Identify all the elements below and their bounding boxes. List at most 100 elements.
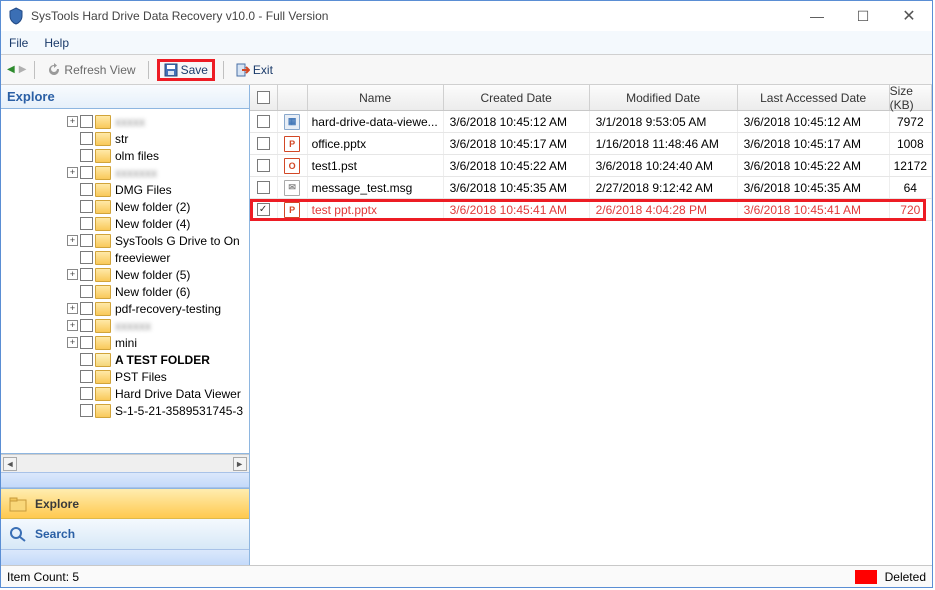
folder-icon: [95, 234, 111, 248]
legend-color-deleted: [855, 570, 877, 584]
tree-item[interactable]: A TEST FOLDER: [5, 351, 249, 368]
tree-checkbox[interactable]: [80, 234, 93, 247]
tree-checkbox[interactable]: [80, 387, 93, 400]
tree-label: pdf-recovery-testing: [113, 302, 221, 316]
expander-icon[interactable]: +: [67, 269, 78, 280]
search-icon: [9, 526, 27, 542]
left-gap: [1, 472, 249, 488]
maximize-button[interactable]: ☐: [840, 1, 886, 31]
file-row[interactable]: ✉message_test.msg3/6/2018 10:45:35 AM2/2…: [250, 177, 932, 199]
tree-checkbox[interactable]: [80, 166, 93, 179]
tree-item[interactable]: + xxxxxx: [5, 317, 249, 334]
expander-icon[interactable]: +: [67, 116, 78, 127]
tree-hscroll[interactable]: ◄ ►: [1, 454, 249, 472]
close-button[interactable]: ✕: [886, 1, 932, 31]
row-check-cell[interactable]: [250, 133, 278, 154]
expander-icon[interactable]: +: [67, 167, 78, 178]
tree-label: xxxxxxx: [113, 166, 157, 180]
tree-checkbox[interactable]: [80, 319, 93, 332]
tree-checkbox[interactable]: [80, 115, 93, 128]
tree-item[interactable]: + xxxxxxx: [5, 164, 249, 181]
tree-checkbox[interactable]: [80, 370, 93, 383]
tab-explore[interactable]: Explore: [1, 489, 249, 519]
tree-checkbox[interactable]: [80, 302, 93, 315]
expander-icon[interactable]: +: [67, 303, 78, 314]
file-row[interactable]: Otest1.pst3/6/2018 10:45:22 AM3/6/2018 1…: [250, 155, 932, 177]
tree-checkbox[interactable]: [80, 353, 93, 366]
col-accessed[interactable]: Last Accessed Date: [738, 85, 890, 110]
tree-item[interactable]: DMG Files: [5, 181, 249, 198]
tree-checkbox[interactable]: [80, 268, 93, 281]
folder-icon: [95, 336, 111, 350]
row-check-cell[interactable]: [250, 111, 278, 132]
exit-button[interactable]: Exit: [232, 61, 277, 79]
folder-icon: [95, 285, 111, 299]
expander-icon[interactable]: +: [67, 320, 78, 331]
row-modified: 3/6/2018 10:24:40 AM: [590, 155, 738, 176]
tree-checkbox[interactable]: [80, 251, 93, 264]
minimize-button[interactable]: —: [794, 1, 840, 31]
menu-help[interactable]: Help: [44, 36, 69, 50]
row-check-cell[interactable]: [250, 155, 278, 176]
tree-item[interactable]: str: [5, 130, 249, 147]
tree-checkbox[interactable]: [80, 149, 93, 162]
row-icon-cell: ▦: [278, 111, 308, 132]
scroll-left-icon[interactable]: ◄: [3, 457, 17, 471]
file-row[interactable]: Ptest ppt.pptx3/6/2018 10:45:41 AM2/6/20…: [250, 199, 932, 221]
row-checkbox[interactable]: [257, 159, 270, 172]
folder-tree: +xxxxxstrolm files+xxxxxxxDMG FilesNew f…: [1, 109, 249, 423]
refresh-button[interactable]: Refresh View: [43, 61, 139, 79]
row-check-cell[interactable]: [250, 177, 278, 198]
col-check[interactable]: [250, 85, 278, 110]
tree-scroll[interactable]: +xxxxxstrolm files+xxxxxxxDMG FilesNew f…: [1, 109, 249, 453]
file-list-body[interactable]: ▦hard-drive-data-viewe...3/6/2018 10:45:…: [250, 111, 932, 565]
row-accessed: 3/6/2018 10:45:12 AM: [738, 111, 890, 132]
row-created: 3/6/2018 10:45:35 AM: [444, 177, 590, 198]
expander-icon[interactable]: +: [67, 235, 78, 246]
tree-label: xxxxxx: [113, 319, 151, 333]
file-row[interactable]: ▦hard-drive-data-viewe...3/6/2018 10:45:…: [250, 111, 932, 133]
tree-item[interactable]: PST Files: [5, 368, 249, 385]
tab-search[interactable]: Search: [1, 519, 249, 549]
tree-item[interactable]: + New folder (5): [5, 266, 249, 283]
tree-item[interactable]: +xxxxx: [5, 113, 249, 130]
tree-item[interactable]: +SysTools G Drive to On: [5, 232, 249, 249]
tree-checkbox[interactable]: [80, 183, 93, 196]
save-button[interactable]: Save: [157, 59, 215, 81]
tree-item[interactable]: New folder (4): [5, 215, 249, 232]
tree-item[interactable]: S-1-5-21-3589531745-3: [5, 402, 249, 419]
refresh-icon: [47, 63, 61, 77]
tree-item[interactable]: freeviewer: [5, 249, 249, 266]
tree-checkbox[interactable]: [80, 336, 93, 349]
tree-checkbox[interactable]: [80, 285, 93, 298]
row-checkbox[interactable]: [257, 115, 270, 128]
tree-checkbox[interactable]: [80, 200, 93, 213]
tree-item[interactable]: New folder (2): [5, 198, 249, 215]
col-created[interactable]: Created Date: [444, 85, 590, 110]
row-checkbox[interactable]: [257, 181, 270, 194]
scroll-right-icon[interactable]: ►: [233, 457, 247, 471]
row-name: test1.pst: [308, 155, 444, 176]
select-all-checkbox[interactable]: [257, 91, 270, 104]
tree-checkbox[interactable]: [80, 132, 93, 145]
file-row[interactable]: Poffice.pptx3/6/2018 10:45:17 AM1/16/201…: [250, 133, 932, 155]
row-check-cell[interactable]: [250, 199, 278, 220]
tree-item[interactable]: Hard Drive Data Viewer: [5, 385, 249, 402]
tree-item[interactable]: New folder (6): [5, 283, 249, 300]
menu-file[interactable]: File: [9, 36, 28, 50]
row-checkbox[interactable]: [257, 137, 270, 150]
col-name[interactable]: Name: [308, 85, 444, 110]
col-size[interactable]: Size (KB): [890, 85, 932, 110]
row-modified: 3/1/2018 9:53:05 AM: [590, 111, 738, 132]
col-modified[interactable]: Modified Date: [590, 85, 738, 110]
tree-checkbox[interactable]: [80, 217, 93, 230]
nav-back-icon[interactable]: ◀: [7, 64, 15, 75]
tree-label: New folder (5): [113, 268, 190, 282]
tree-item[interactable]: +mini: [5, 334, 249, 351]
tree-checkbox[interactable]: [80, 404, 93, 417]
nav-forward-icon[interactable]: ▶: [19, 64, 27, 75]
tree-item[interactable]: + pdf-recovery-testing: [5, 300, 249, 317]
row-checkbox[interactable]: [257, 203, 270, 216]
expander-icon[interactable]: +: [67, 337, 78, 348]
tree-item[interactable]: olm files: [5, 147, 249, 164]
